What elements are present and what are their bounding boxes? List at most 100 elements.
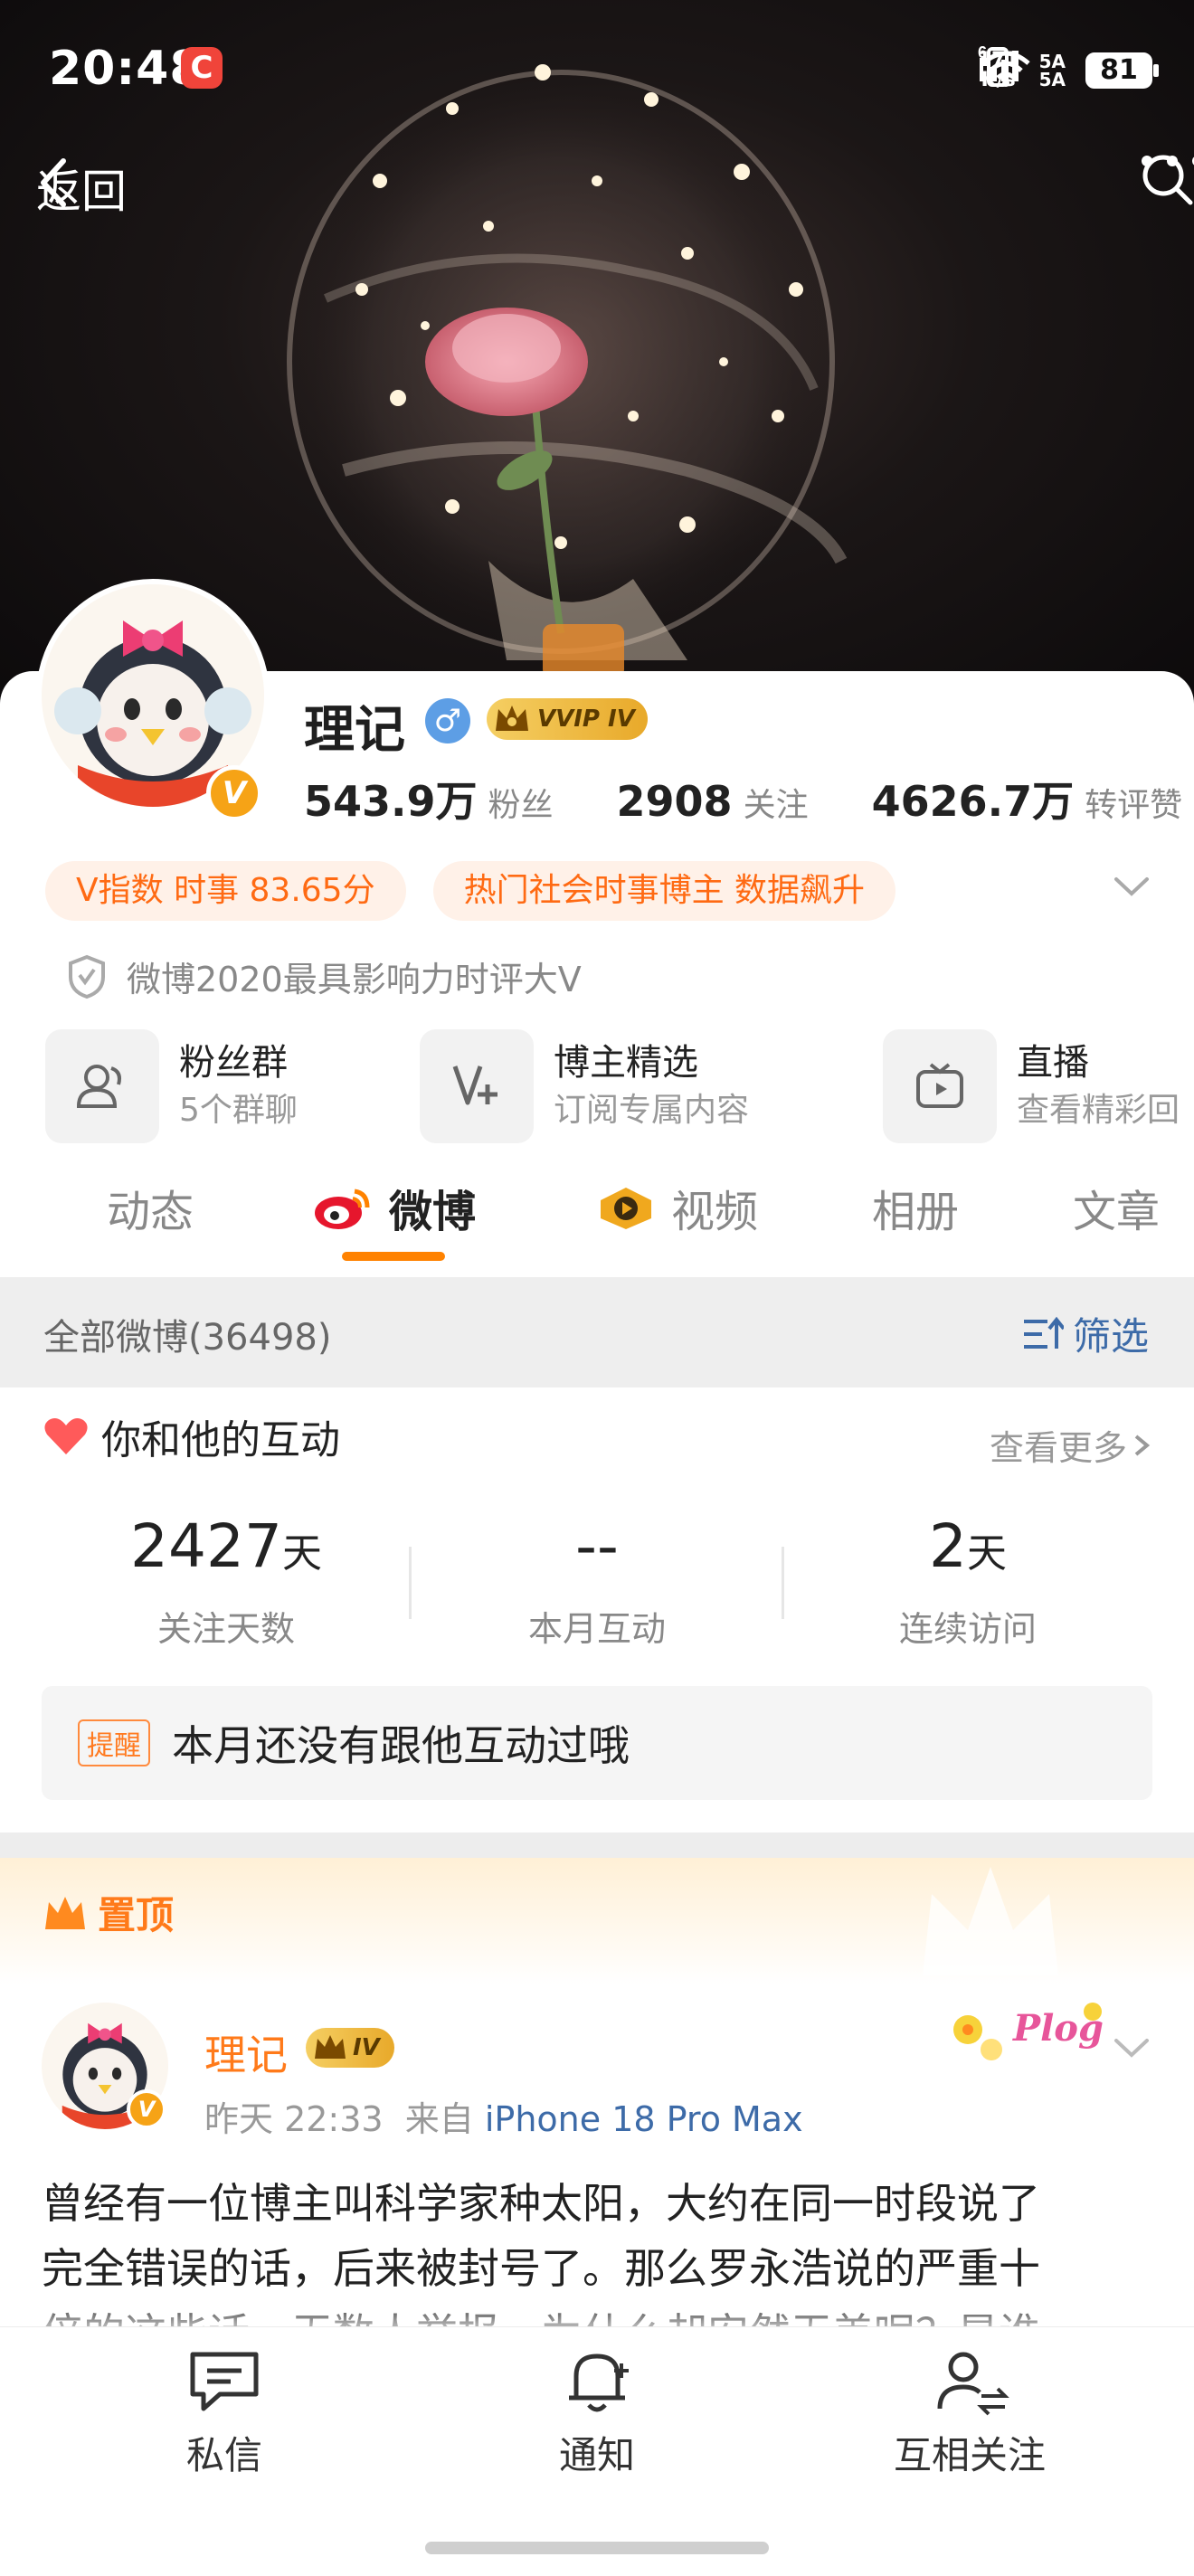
remind-banner[interactable]: 提醒 本月还没有跟他互动过哦 bbox=[42, 1686, 1152, 1800]
follow-days-value: 2427 bbox=[130, 1511, 282, 1581]
male-icon: ♂ bbox=[425, 698, 470, 743]
post-meta: 昨天 22:33 来自 iPhone 18 Pro Max bbox=[204, 2091, 803, 2141]
post-chevron-down-icon[interactable] bbox=[1109, 2030, 1154, 2066]
profile-stats: 543.9万 粉丝 2908 关注 4626.7万 转评赞 bbox=[304, 769, 1182, 829]
post-source-prefix: 来自 bbox=[404, 2099, 474, 2139]
signal-label-2: 5A bbox=[1038, 69, 1066, 90]
back-button[interactable]: 返回 bbox=[36, 156, 127, 221]
shortcut-live[interactable]: 直播 查看精彩回 bbox=[883, 1029, 1180, 1143]
following-label: 关注 bbox=[743, 787, 809, 824]
crown-icon bbox=[496, 706, 528, 731]
shortcut-fans-group[interactable]: 粉丝群 5个群聊 bbox=[45, 1029, 298, 1143]
home-indicator[interactable] bbox=[425, 2542, 769, 2554]
mutual-follow-icon bbox=[937, 2352, 1009, 2416]
post-verified-badge: V bbox=[127, 2089, 166, 2129]
shortcut-subtitle: 订阅专属内容 bbox=[554, 1092, 750, 1129]
followers-stat[interactable]: 543.9万 粉丝 bbox=[304, 769, 554, 829]
video-icon bbox=[601, 1188, 651, 1229]
consecutive-visit-unit: 天 bbox=[967, 1530, 1007, 1577]
honor-row[interactable]: 微博2020最具影响力时评大V bbox=[65, 952, 582, 1001]
notification-button[interactable]: 通知 bbox=[488, 2345, 706, 2480]
more-icon[interactable] bbox=[1140, 152, 1194, 170]
post-device[interactable]: iPhone 18 Pro Max bbox=[485, 2099, 803, 2139]
shield-icon bbox=[69, 954, 105, 999]
fans-group-icon bbox=[45, 1029, 159, 1143]
post-time: 昨天 22:33 bbox=[204, 2099, 384, 2139]
tab-video-label: 视频 bbox=[671, 1187, 759, 1237]
consecutive-visit-label: 连续访问 bbox=[898, 1609, 1037, 1649]
pinned-header: 置顶 bbox=[0, 1858, 1194, 1984]
see-more-link[interactable]: 查看更多 bbox=[990, 1420, 1154, 1470]
tab-weibo-label: 微博 bbox=[389, 1187, 477, 1237]
signal-labels: 5A 5A bbox=[1039, 52, 1066, 89]
tab-video[interactable]: 视频 bbox=[593, 1171, 758, 1244]
post-text-line: 曾经有一位博主叫科学家种太阳，大约在同一时段说了 bbox=[42, 2179, 1040, 2228]
vvip-label: VVIP IV bbox=[537, 706, 635, 733]
followers-value: 543.9万 bbox=[304, 777, 478, 826]
post-text-line: 完全错误的话，后来被封号了。那么罗永浩说的严重十 bbox=[42, 2244, 1040, 2293]
crown-icon bbox=[315, 2035, 346, 2059]
live-icon bbox=[883, 1029, 997, 1143]
month-interaction-label: 本月互动 bbox=[527, 1609, 666, 1649]
pinned-post[interactable]: V 理记 IV 昨天 22:33 来自 iPhone 18 Pro Max Pl… bbox=[0, 1984, 1194, 2358]
message-label: 私信 bbox=[185, 2433, 262, 2477]
mutual-follow-button[interactable]: 互相关注 bbox=[861, 2345, 1078, 2480]
featured-icon bbox=[420, 1029, 534, 1143]
stat-divider bbox=[409, 1547, 412, 1619]
profile-tags: V指数 时事 83.65分 热门社会时事博主 数据飙升 bbox=[45, 861, 896, 921]
interaction-title-text: 你和他的互动 bbox=[101, 1417, 340, 1463]
shortcut-featured[interactable]: 博主精选 订阅专属内容 bbox=[420, 1029, 749, 1143]
stat-divider bbox=[782, 1547, 784, 1619]
likes-stat[interactable]: 4626.7万 转评赞 bbox=[872, 769, 1183, 829]
signal-label-1: 5A bbox=[1038, 51, 1066, 72]
weibo-logo-icon bbox=[315, 1189, 370, 1229]
post-vip-badge[interactable]: IV bbox=[306, 2028, 394, 2068]
vvip-badge[interactable]: VVIP IV bbox=[487, 698, 648, 740]
tab-album[interactable]: 相册 bbox=[872, 1171, 959, 1244]
remind-tag: 提醒 bbox=[78, 1719, 150, 1766]
verified-badge: V bbox=[206, 765, 262, 821]
status-icons: 171 K/s 6 5A 5A 81 bbox=[978, 45, 1159, 96]
month-interaction-value: -- bbox=[575, 1511, 619, 1581]
filter-button[interactable]: 筛选 bbox=[1020, 1306, 1149, 1361]
see-more-label: 查看更多 bbox=[989, 1428, 1127, 1468]
follow-days-unit: 天 bbox=[281, 1530, 322, 1577]
pinned-label: 置顶 bbox=[42, 1885, 174, 1940]
following-value: 2908 bbox=[616, 777, 733, 826]
all-weibo-count[interactable]: 全部微博(36498) bbox=[43, 1308, 331, 1360]
following-stat[interactable]: 2908 关注 bbox=[617, 777, 809, 826]
tab-article[interactable]: 文章 bbox=[1073, 1171, 1160, 1244]
shortcut-title: 粉丝群 bbox=[179, 1042, 288, 1084]
message-icon bbox=[190, 2352, 259, 2411]
notification-label: 通知 bbox=[558, 2433, 635, 2477]
message-button[interactable]: 私信 bbox=[116, 2345, 333, 2480]
hot-blogger-tag[interactable]: 热门社会时事博主 数据飙升 bbox=[432, 861, 896, 921]
post-vip-label: IV bbox=[353, 2034, 380, 2061]
likes-value: 4626.7万 bbox=[871, 777, 1075, 826]
bottom-action-bar: 私信 通知 互相关注 bbox=[0, 2326, 1194, 2576]
pinned-text: 置顶 bbox=[98, 1893, 175, 1937]
month-interaction-stat: -- 本月互动 bbox=[461, 1511, 733, 1651]
profile-name: 理记 bbox=[304, 701, 405, 760]
pin-crown-icon bbox=[45, 1896, 85, 1929]
chevron-right-icon bbox=[1134, 1434, 1151, 1456]
filter-icon bbox=[1023, 1316, 1064, 1349]
shortcut-subtitle: 5个群聊 bbox=[179, 1092, 298, 1129]
plog-sticker-icon: Plog bbox=[953, 2003, 1104, 2060]
signal-icon bbox=[979, 51, 1019, 81]
v-index-tag[interactable]: V指数 时事 83.65分 bbox=[45, 861, 406, 921]
battery-indicator: 81 bbox=[1085, 52, 1159, 89]
post-author[interactable]: 理记 bbox=[204, 2022, 288, 2082]
active-tab-indicator bbox=[342, 1252, 445, 1261]
likes-label: 转评赞 bbox=[1085, 787, 1183, 824]
decorative-crown-icon bbox=[923, 1867, 1058, 1975]
tab-weibo[interactable]: 微博 bbox=[311, 1171, 476, 1244]
chevron-down-icon[interactable] bbox=[1109, 868, 1154, 904]
follow-days-stat: 2427天 关注天数 bbox=[90, 1511, 362, 1651]
heart-icon bbox=[44, 1418, 88, 1454]
tab-dynamic[interactable]: 动态 bbox=[107, 1171, 194, 1244]
mutual-follow-label: 互相关注 bbox=[893, 2433, 1046, 2477]
filter-bar: 全部微博(36498) 筛选 bbox=[0, 1277, 1194, 1387]
notification-icon bbox=[569, 2353, 629, 2412]
filter-label: 筛选 bbox=[1072, 1314, 1149, 1359]
